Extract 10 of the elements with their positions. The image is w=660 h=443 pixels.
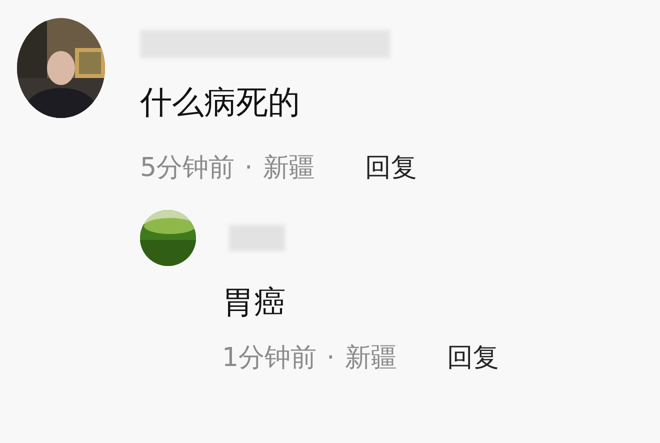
separator-dot: · (326, 342, 335, 375)
comment-time: 1分钟前 (222, 342, 317, 375)
comment-text: 胃癌 (222, 282, 287, 323)
comment-location: 新疆 (344, 342, 397, 375)
comment-time: 5分钟前 (140, 152, 235, 185)
comment-location: 新疆 (262, 152, 315, 185)
comment-text: 什么病死的 (140, 82, 301, 123)
reply-link[interactable]: 回复 (446, 340, 499, 376)
separator-dot: · (244, 152, 253, 185)
reply-link[interactable]: 回复 (364, 150, 417, 186)
